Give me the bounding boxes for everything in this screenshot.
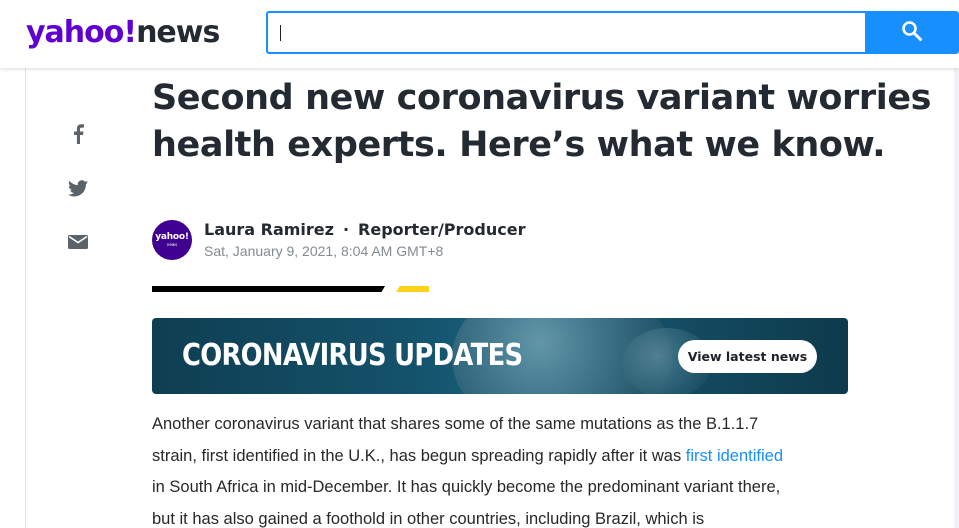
article-headline: Second new coronavirus variant worries h… — [152, 78, 932, 165]
article-body: Another coronavirus variant that shares … — [152, 409, 852, 528]
avatar[interactable]: yahoo! news — [152, 220, 192, 260]
page-divider — [25, 68, 26, 528]
top-header: yahoo!news — [0, 0, 959, 68]
byline-separator: · — [342, 220, 350, 239]
body-line: but it has also gained a foothold in oth… — [152, 509, 705, 528]
search-box[interactable] — [266, 11, 866, 54]
avatar-text: yahoo! — [155, 232, 189, 242]
author-name[interactable]: Laura Ramirez — [204, 220, 334, 239]
divider-yellow — [396, 286, 429, 292]
yahoo-news-logo[interactable]: yahoo!news — [26, 14, 220, 52]
logo-brand: yahoo! — [26, 15, 137, 50]
avatar-subtext: news — [166, 242, 178, 247]
text-caret — [280, 25, 281, 41]
coronavirus-banner[interactable]: CORONAVIRUS UPDATES View latest news — [152, 318, 848, 394]
twitter-icon[interactable] — [66, 176, 90, 200]
facebook-icon[interactable] — [66, 122, 90, 146]
author-role: Reporter/Producer — [358, 220, 526, 239]
search-icon — [901, 20, 923, 45]
search-input[interactable] — [268, 13, 866, 52]
byline: Laura Ramirez · Reporter/Producer — [204, 220, 525, 240]
body-line-text: strain, first identified in the U.K., ha… — [152, 446, 686, 465]
view-latest-news-button[interactable]: View latest news — [678, 340, 817, 373]
mail-icon[interactable] — [66, 230, 90, 254]
body-line: Another coronavirus variant that shares … — [152, 415, 759, 433]
publish-date: Sat, January 9, 2021, 8:04 AM GMT+8 — [204, 243, 444, 259]
first-identified-link[interactable]: first identified — [686, 447, 783, 465]
body-line: in South Africa in mid-December. It has … — [152, 478, 781, 496]
divider-black — [152, 286, 385, 292]
scrollbar[interactable] — [954, 68, 959, 528]
banner-title: CORONAVIRUS UPDATES — [182, 338, 523, 373]
search-button[interactable] — [865, 11, 959, 54]
logo-section: news — [136, 15, 220, 50]
body-line: strain, first identified in the U.K., ha… — [152, 441, 852, 473]
